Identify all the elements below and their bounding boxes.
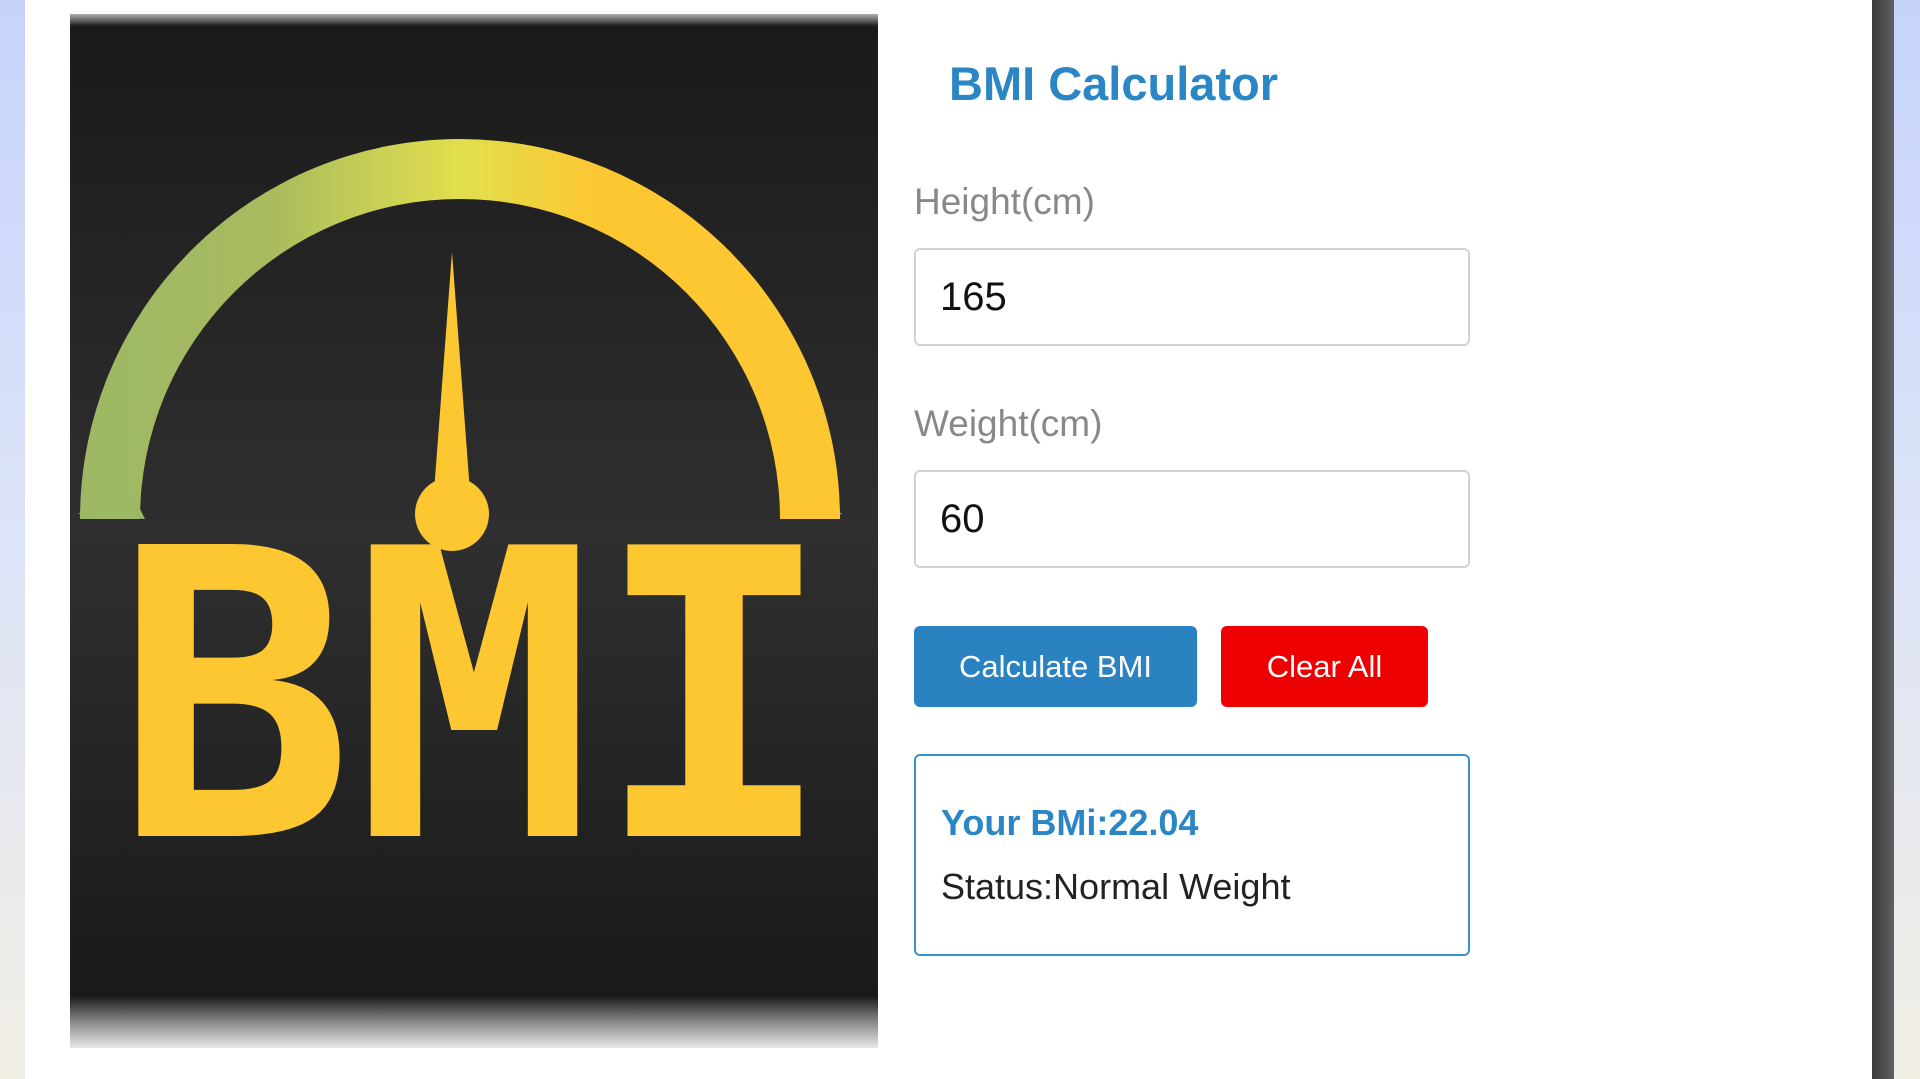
clear-all-button[interactable]: Clear All xyxy=(1221,626,1428,707)
page-title: BMI Calculator xyxy=(949,57,1279,110)
calculate-bmi-button[interactable]: Calculate BMI xyxy=(914,626,1197,707)
height-label: Height(cm) xyxy=(914,181,1095,222)
weight-input[interactable] xyxy=(914,470,1470,568)
height-input[interactable] xyxy=(914,248,1470,346)
weight-label: Weight(cm) xyxy=(914,403,1103,444)
logo-text: BMI xyxy=(114,466,834,931)
window-right-edge xyxy=(1872,0,1894,1079)
bmi-result-text: Your BMi:22.04 xyxy=(941,802,1199,843)
result-box: Your BMi:22.04 Status:Normal Weight xyxy=(914,754,1470,956)
bmi-status-text: Status:Normal Weight xyxy=(941,866,1291,907)
bmi-logo-image: BMI xyxy=(70,14,878,1048)
